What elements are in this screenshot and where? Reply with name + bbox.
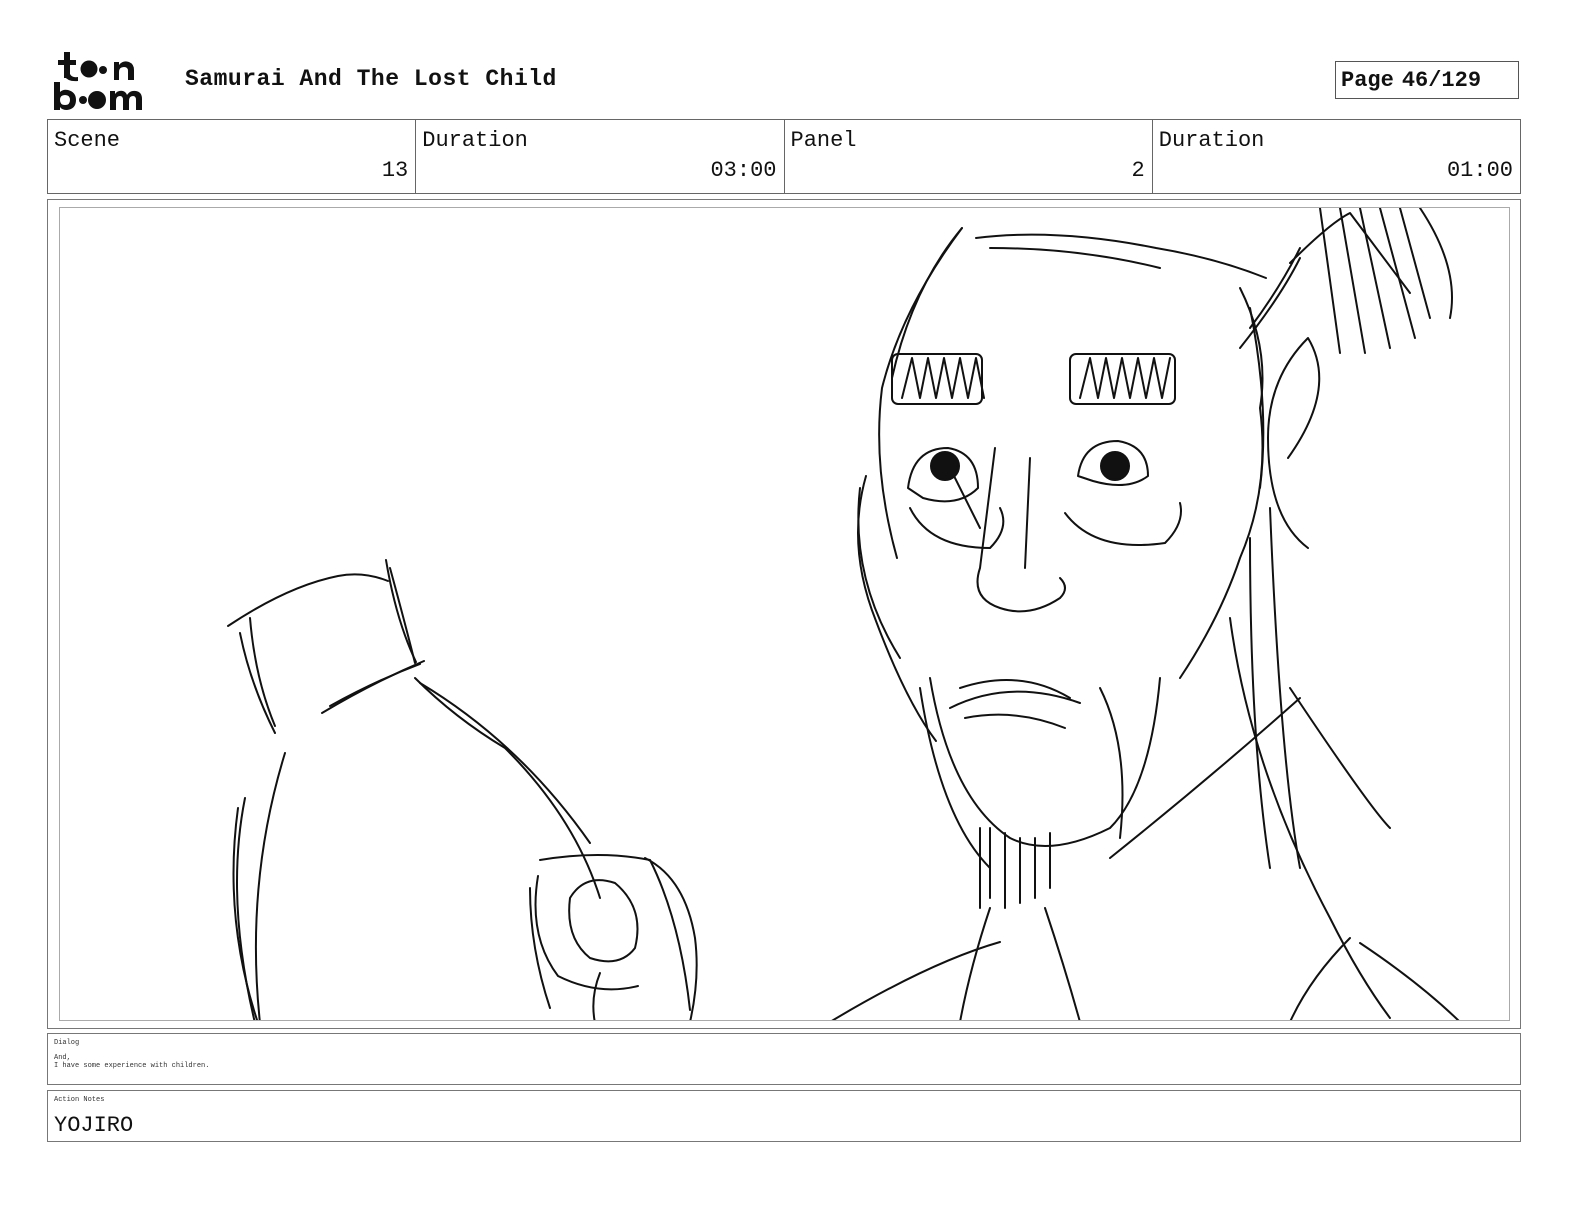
page-label: Page — [1341, 67, 1394, 93]
panel-label: Panel — [790, 128, 857, 153]
project-title: Samurai And The Lost Child — [185, 66, 557, 92]
scene-info-row: Scene 13 Duration 03:00 Panel 2 Duration… — [47, 119, 1521, 194]
scene-label: Scene — [54, 128, 121, 153]
action-notes-label: Action Notes — [54, 1096, 105, 1104]
panel-duration-value: 01:00 — [1446, 158, 1513, 183]
page-number: 46/129 — [1401, 67, 1482, 93]
page-indicator: Page 46/129 — [1335, 61, 1519, 99]
action-notes-text: YOJIRO — [54, 1113, 134, 1138]
dialog-label: Dialog — [54, 1039, 80, 1047]
scene-duration-value: 03:00 — [710, 158, 777, 183]
action-notes-box: Action Notes YOJIRO — [47, 1090, 1521, 1142]
dialog-text: And, I have some experience with childre… — [54, 1054, 210, 1070]
scene-duration-cell: Duration 03:00 — [416, 120, 785, 193]
panel-duration-cell: Duration 01:00 — [1153, 120, 1520, 193]
panel-sketch — [227, 208, 1460, 1020]
character-head-sketch — [831, 208, 1460, 1020]
scene-cell: Scene 13 — [48, 120, 417, 193]
hand-sketch — [529, 854, 698, 1020]
storyboard-panel — [59, 207, 1510, 1021]
scene-duration-label: Duration — [422, 128, 528, 153]
panel-value: 2 — [1131, 158, 1145, 183]
panel-duration-label: Duration — [1158, 128, 1265, 153]
panel-cell: Panel 2 — [785, 120, 1153, 193]
dialog-box: Dialog And, I have some experience with … — [47, 1033, 1521, 1085]
toon-boom-logo — [54, 52, 142, 110]
scene-value: 13 — [381, 158, 409, 183]
